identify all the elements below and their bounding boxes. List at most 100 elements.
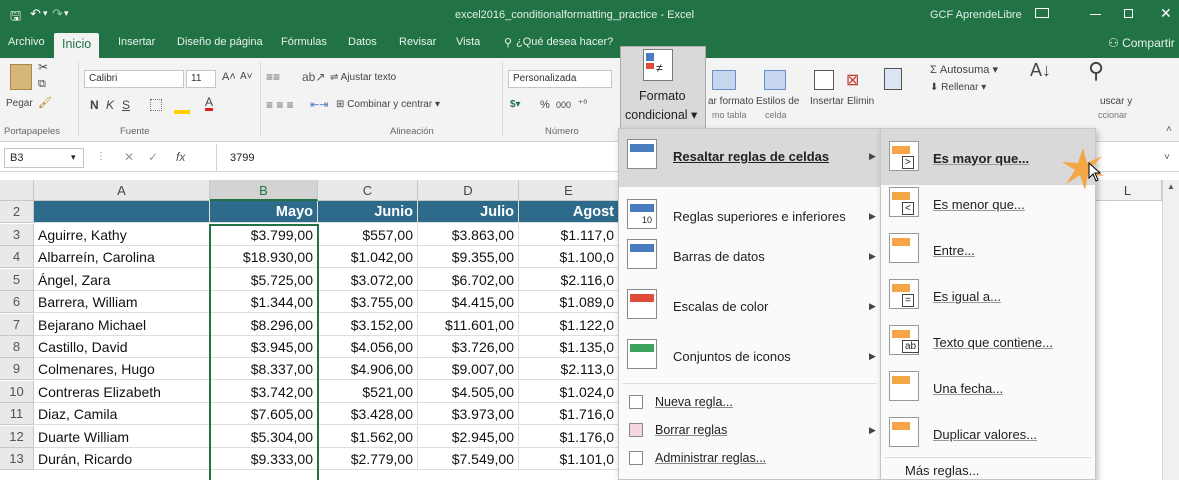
tab-page-layout[interactable]: Diseño de página: [177, 36, 263, 48]
decrease-font-icon[interactable]: A˅: [240, 71, 253, 82]
cell-mayo[interactable]: $18.930,00: [210, 246, 318, 269]
cell-julio[interactable]: $3.726,00: [418, 336, 519, 358]
row-header[interactable]: 11: [0, 403, 34, 426]
cell-agosto[interactable]: $1.135,0: [519, 336, 619, 358]
column-header-E[interactable]: E: [519, 180, 619, 201]
cell-agosto[interactable]: $2.113,0: [519, 358, 619, 381]
cell-agosto[interactable]: $1.716,0: [519, 403, 619, 426]
cancel-formula-icon[interactable]: ✕: [124, 150, 134, 164]
cell-mayo[interactable]: $7.605,00: [210, 403, 318, 426]
cell-junio[interactable]: $3.072,00: [318, 268, 418, 291]
row-header-2[interactable]: 2: [0, 201, 34, 223]
cell-julio[interactable]: $3.973,00: [418, 403, 519, 426]
format-table-label[interactable]: ar formato: [708, 96, 754, 107]
save-icon[interactable]: 🖫: [10, 7, 21, 29]
tab-insert[interactable]: Insertar: [118, 36, 155, 48]
cell-agosto[interactable]: $1.100,0: [519, 246, 619, 269]
column-header-A[interactable]: A: [34, 180, 210, 201]
cell-name[interactable]: Colmenares, Hugo: [34, 358, 210, 381]
row-header[interactable]: 3: [0, 224, 34, 246]
highlight-rule-item[interactable]: ab Texto que contiene...: [881, 323, 1095, 363]
cell-name[interactable]: Duarte William: [34, 425, 210, 448]
cell-junio[interactable]: $3.755,00: [318, 291, 418, 314]
header-cell-julio[interactable]: Julio: [418, 201, 519, 223]
borders-icon[interactable]: [150, 99, 162, 111]
cell-agosto[interactable]: $1.024,0: [519, 380, 619, 403]
font-color-icon[interactable]: A: [205, 96, 214, 111]
undo-icon[interactable]: ↶: [30, 6, 41, 22]
row-header[interactable]: 7: [0, 313, 34, 336]
collapse-ribbon-icon[interactable]: ˄: [1166, 124, 1172, 135]
cell-mayo[interactable]: $8.296,00: [210, 313, 318, 336]
row-header[interactable]: 6: [0, 291, 34, 314]
orientation-icon[interactable]: ab↗: [302, 70, 325, 84]
highlight-rule-item[interactable]: = Es igual a...: [881, 277, 1095, 317]
font-size-combo[interactable]: 11: [186, 70, 216, 88]
increase-font-icon[interactable]: A˄: [222, 71, 236, 83]
insert-function-button[interactable]: fx: [176, 150, 185, 164]
align-left-icon[interactable]: ≡ ≡ ≡: [266, 98, 294, 112]
header-cell-mayo[interactable]: Mayo: [210, 201, 318, 223]
cf-menu-item[interactable]: 10 Reglas superiores e inferiores ▶: [619, 197, 881, 237]
insert-cells-icon[interactable]: [814, 70, 834, 90]
cell-julio[interactable]: $6.702,00: [418, 268, 519, 291]
cell-name[interactable]: Diaz, Camila: [34, 403, 210, 426]
format-painter-icon[interactable]: 🖌: [38, 96, 52, 109]
cell-julio[interactable]: $2.945,00: [418, 425, 519, 448]
cell-agosto[interactable]: $2.116,0: [519, 268, 619, 291]
tell-me-box[interactable]: ¿Qué desea hacer?: [516, 36, 613, 48]
row-header[interactable]: 12: [0, 425, 34, 448]
column-header-C[interactable]: C: [318, 180, 418, 201]
cf-menu-item[interactable]: Escalas de color ▶: [619, 287, 881, 327]
cell-julio[interactable]: $7.549,00: [418, 448, 519, 470]
highlight-rule-item[interactable]: Una fecha...: [881, 369, 1095, 409]
minimize-icon[interactable]: [1090, 14, 1101, 15]
format-cells-icon[interactable]: [884, 68, 902, 90]
cf-menu-item[interactable]: Resaltar reglas de celdas ▶: [619, 137, 881, 177]
cf-small-item[interactable]: Borrar reglas ▶: [619, 419, 881, 445]
cell-junio[interactable]: $2.779,00: [318, 448, 418, 470]
tab-review[interactable]: Revisar: [399, 36, 436, 48]
row-header[interactable]: 9: [0, 358, 34, 381]
font-name-combo[interactable]: Calibri: [84, 70, 184, 88]
column-header-B[interactable]: B: [210, 180, 318, 201]
cell-junio[interactable]: $557,00: [318, 224, 418, 246]
cell-agosto[interactable]: $1.122,0: [519, 313, 619, 336]
expand-formula-bar-icon[interactable]: ˅: [1164, 152, 1170, 163]
close-icon[interactable]: ✕: [1160, 5, 1172, 22]
cell-name[interactable]: Castillo, David: [34, 336, 210, 358]
cell-julio[interactable]: $11.601,00: [418, 313, 519, 336]
share-button[interactable]: ⚇ Compartir: [1108, 36, 1175, 50]
cell-mayo[interactable]: $3.742,00: [210, 380, 318, 403]
conditional-formatting-button[interactable]: ≠ Formato condicional ▾: [620, 46, 706, 130]
tab-home[interactable]: Inicio: [54, 33, 100, 58]
underline-button[interactable]: S: [122, 98, 130, 112]
cell-styles-label[interactable]: Estilos de: [756, 96, 799, 107]
accounting-icon[interactable]: $▾: [510, 99, 521, 110]
cell-mayo[interactable]: $1.344,00: [210, 291, 318, 314]
decimal-icon[interactable]: ⁺⁰: [578, 99, 587, 110]
number-format-combo[interactable]: Personalizada: [508, 70, 612, 88]
header-cell-junio[interactable]: Junio: [318, 201, 418, 223]
find-icon[interactable]: ⚲: [1088, 58, 1104, 84]
highlight-rule-item[interactable]: Duplicar valores...: [881, 415, 1095, 455]
row-header[interactable]: 10: [0, 380, 34, 403]
format-as-table-icon[interactable]: [712, 70, 736, 90]
indent-icon[interactable]: ⇤⇥: [310, 98, 328, 111]
cell-name[interactable]: Durán, Ricardo: [34, 448, 210, 470]
cell-junio[interactable]: $4.056,00: [318, 336, 418, 358]
cell-julio[interactable]: $9.007,00: [418, 358, 519, 381]
cell-name[interactable]: Bejarano Michael: [34, 313, 210, 336]
cell-name[interactable]: Albarreín, Carolina: [34, 246, 210, 269]
cell-name[interactable]: Aguirre, Kathy: [34, 224, 210, 246]
copy-icon[interactable]: ⧉: [38, 78, 46, 91]
tab-formulas[interactable]: Fórmulas: [281, 36, 327, 48]
cell-junio[interactable]: $4.906,00: [318, 358, 418, 381]
cell-junio[interactable]: $521,00: [318, 380, 418, 403]
cell-mayo[interactable]: $5.725,00: [210, 268, 318, 291]
bold-button[interactable]: N: [90, 98, 99, 112]
quick-access-dropdown-icon[interactable]: ▾: [64, 8, 69, 19]
tab-file[interactable]: Archivo: [8, 36, 45, 48]
cell-junio[interactable]: $3.428,00: [318, 403, 418, 426]
cell-agosto[interactable]: $1.117,0: [519, 224, 619, 246]
